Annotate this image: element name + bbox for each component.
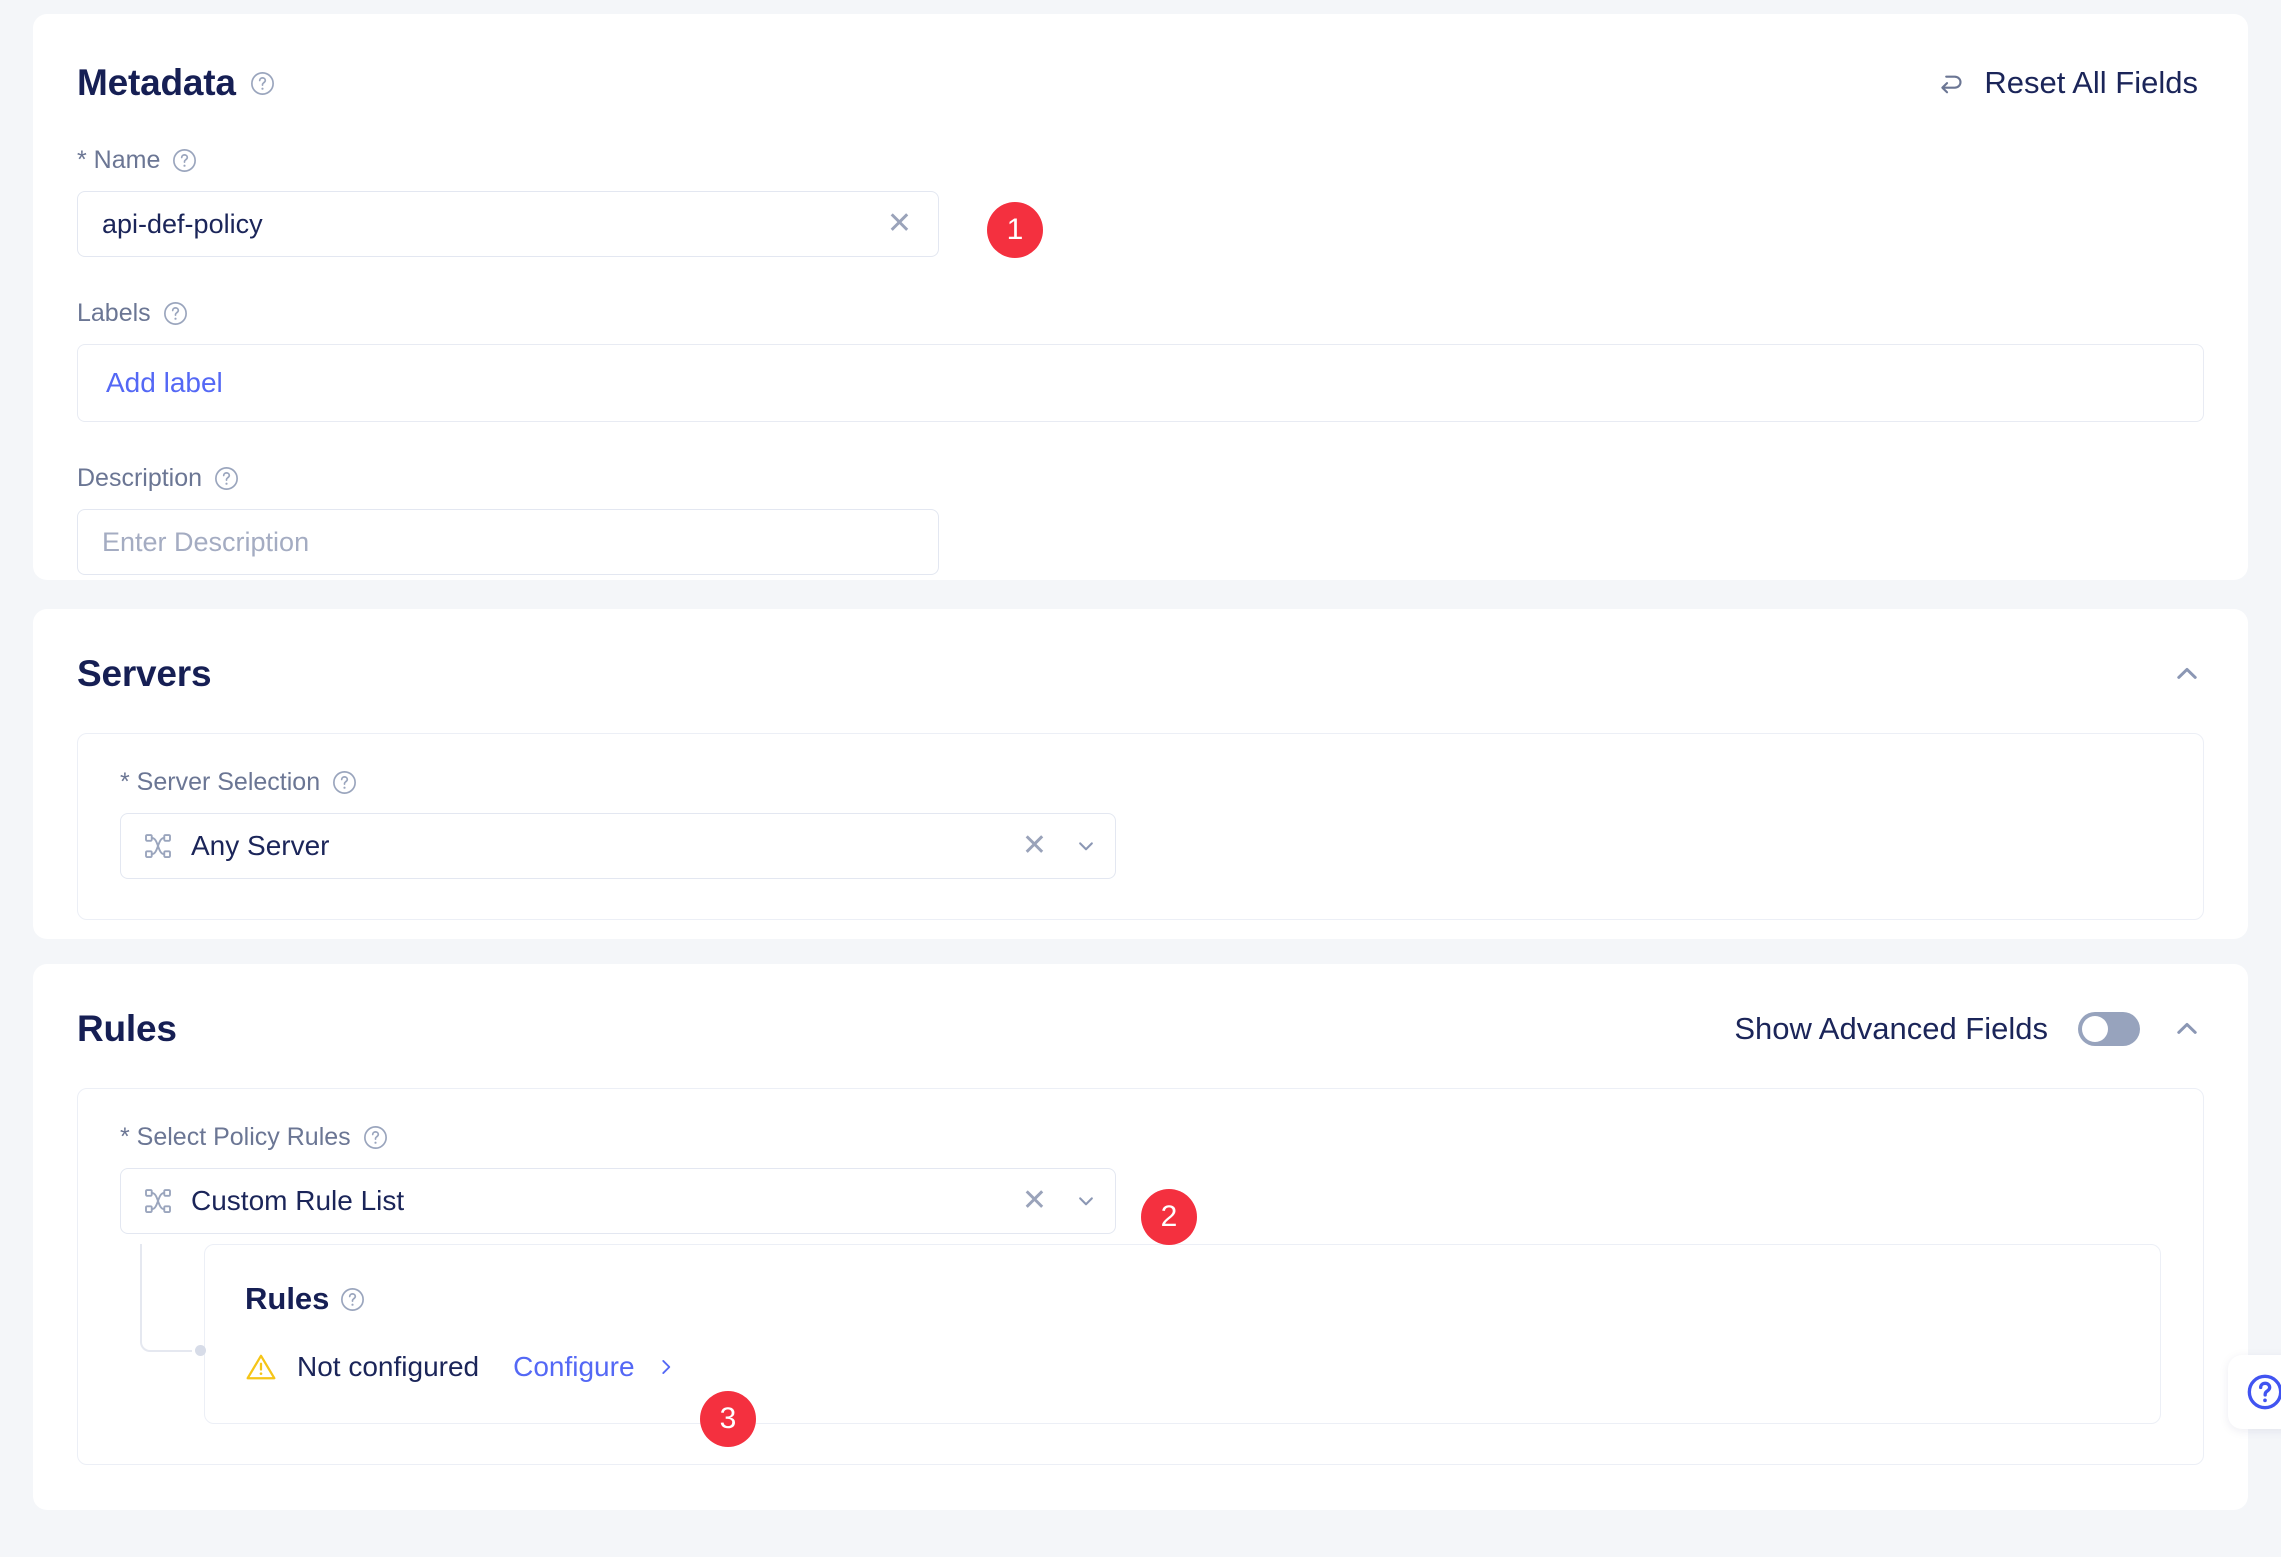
- server-selection-value: Any Server: [191, 830, 330, 861]
- help-circle-icon[interactable]: [250, 71, 275, 96]
- tree-connector-line: [140, 1244, 192, 1352]
- nested-rules-header: Rules: [245, 1281, 2120, 1317]
- shuffle-nodes-icon: [143, 831, 173, 861]
- servers-section-header: Servers: [77, 653, 2204, 695]
- select-policy-rules[interactable]: Custom Rule List ✕: [120, 1168, 1116, 1234]
- server-selection-select[interactable]: Any Server ✕: [120, 813, 1116, 879]
- labels-container: Add label: [77, 344, 2204, 422]
- step-badge-2: 2: [1141, 1189, 1197, 1245]
- metadata-section-header: Metadata Reset All Fields: [77, 62, 2204, 104]
- floating-help-button[interactable]: [2228, 1355, 2281, 1429]
- labels-field-label: Labels: [77, 299, 2204, 328]
- select-policy-rules-label: * Select Policy Rules: [120, 1123, 2161, 1152]
- close-icon[interactable]: ✕: [879, 209, 920, 239]
- description-input[interactable]: Enter Description: [77, 509, 939, 575]
- shuffle-nodes-icon: [143, 1186, 173, 1216]
- status-badge: Not configured: [297, 1351, 480, 1382]
- reset-all-fields-label: Reset All Fields: [1984, 65, 2198, 100]
- metadata-section: Metadata Reset All Fields * Name api-def…: [33, 14, 2248, 580]
- server-selection-label: * Server Selection: [120, 768, 2161, 797]
- name-input[interactable]: api-def-policy ✕: [77, 191, 939, 257]
- close-icon[interactable]: ✕: [1014, 831, 1055, 861]
- help-circle-icon[interactable]: [172, 148, 197, 173]
- chevron-up-icon[interactable]: [2170, 657, 2204, 691]
- show-advanced-fields-label: Show Advanced Fields: [1734, 1011, 2048, 1046]
- chevron-up-icon[interactable]: [2170, 1012, 2204, 1046]
- servers-title: Servers: [77, 653, 212, 694]
- help-circle-icon[interactable]: [332, 770, 357, 795]
- rules-section-header: Rules Show Advanced Fields: [77, 1008, 2204, 1050]
- undo-arrow-icon: [1934, 66, 1968, 100]
- toggle-knob: [2082, 1016, 2108, 1042]
- tree-connector-dot: [195, 1345, 206, 1356]
- name-input-value: api-def-policy: [102, 208, 263, 239]
- reset-all-fields-button[interactable]: Reset All Fields: [1934, 65, 2204, 101]
- policy-rules-panel: * Select Policy Rules Custom Rule List ✕…: [77, 1088, 2204, 1465]
- nested-rules-status-row: Not configured Configure: [245, 1351, 2120, 1383]
- show-advanced-fields-toggle[interactable]: [2078, 1012, 2140, 1046]
- nested-rules-card: Rules Not configured Configure: [204, 1244, 2161, 1424]
- page-title: Metadata: [77, 62, 236, 103]
- nested-rules-title: Rules: [245, 1281, 330, 1316]
- add-label-button[interactable]: Add label: [106, 367, 223, 399]
- description-input-placeholder: Enter Description: [102, 526, 310, 557]
- server-selection-panel: * Server Selection Any Server ✕: [77, 733, 2204, 920]
- servers-section: Servers * Server Selection Any Server ✕: [33, 609, 2248, 939]
- metadata-title-group: Metadata: [77, 62, 275, 104]
- help-circle-icon: [2245, 1372, 2281, 1412]
- labels-field-group: Labels Add label: [77, 299, 2204, 422]
- select-policy-rules-value: Custom Rule List: [191, 1185, 405, 1216]
- step-badge-3: 3: [700, 1391, 756, 1447]
- warning-triangle-icon: [245, 1351, 277, 1383]
- description-field-label: Description: [77, 464, 2204, 493]
- policy-form-page: Metadata Reset All Fields * Name api-def…: [0, 0, 2281, 1557]
- chevron-right-icon[interactable]: [655, 1354, 677, 1380]
- name-field-group: * Name api-def-policy ✕: [77, 146, 2204, 257]
- configure-link[interactable]: Configure: [513, 1351, 634, 1383]
- name-field-label: * Name: [77, 146, 2204, 175]
- step-badge-1: 1: [987, 202, 1043, 258]
- nested-rules-wrapper: Rules Not configured Configure: [120, 1244, 2161, 1424]
- help-circle-icon[interactable]: [163, 301, 188, 326]
- rules-section: Rules Show Advanced Fields * Select Poli…: [33, 964, 2248, 1510]
- chevron-down-icon[interactable]: [1073, 833, 1099, 859]
- chevron-down-icon[interactable]: [1073, 1188, 1099, 1214]
- help-circle-icon[interactable]: [214, 466, 239, 491]
- help-circle-icon[interactable]: [340, 1287, 365, 1312]
- help-circle-icon[interactable]: [363, 1125, 388, 1150]
- description-field-group: Description Enter Description: [77, 464, 2204, 575]
- close-icon[interactable]: ✕: [1014, 1186, 1055, 1216]
- rules-title: Rules: [77, 1008, 177, 1049]
- rules-header-controls: Show Advanced Fields: [1734, 1011, 2204, 1047]
